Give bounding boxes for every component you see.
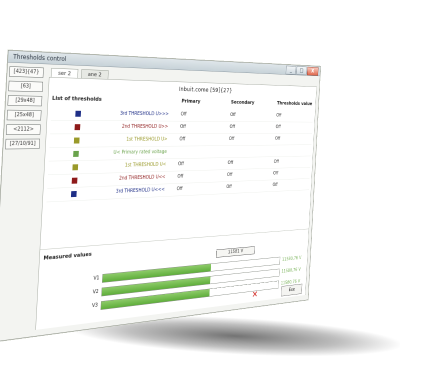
threshold-secondary[interactable]: Off (230, 112, 236, 117)
threshold-color-swatch (71, 177, 78, 184)
threshold-primary[interactable]: Off (180, 124, 186, 129)
threshold-label: U< Primary rated voltage (113, 149, 167, 156)
voltage-label: V3 (91, 302, 98, 309)
threshold-value[interactable]: Off (276, 125, 281, 130)
threshold-color-swatch (70, 190, 77, 198)
measured-values-title: Measured values (43, 250, 92, 262)
threshold-secondary[interactable]: Off (227, 172, 233, 177)
threshold-label: 2nd THRESHOLD U<< (118, 174, 166, 182)
sidebar: [423]{47} [63] [29x48] [25x48] <2112> [2… (5, 66, 46, 153)
maximize-button[interactable]: □ (296, 66, 307, 76)
sidebar-button-6[interactable]: [27/10/91] (5, 138, 40, 150)
threshold-color-swatch (73, 137, 80, 144)
threshold-secondary[interactable]: Off (226, 184, 232, 189)
sidebar-button-1[interactable]: [423]{47} (9, 66, 44, 78)
threshold-label: 1st THRESHOLD U> (126, 136, 168, 143)
threshold-primary[interactable]: Off (178, 161, 184, 166)
threshold-value[interactable]: Off (273, 171, 278, 176)
voltage-value: 11580,76 V (281, 267, 301, 274)
threshold-color-swatch (73, 150, 79, 157)
close-button[interactable]: X (306, 66, 319, 76)
threshold-value[interactable]: Off (276, 113, 281, 118)
threshold-primary[interactable]: Off (179, 137, 185, 142)
sidebar-button-2[interactable]: [63] (8, 80, 44, 93)
threshold-secondary[interactable]: Off (228, 160, 234, 165)
close-x-icon[interactable]: ✕ (251, 289, 259, 300)
voltage-label: V1 (93, 275, 100, 282)
threshold-label: 3rd THRESHOLD U>>> (119, 110, 169, 117)
thresholds-list: 3rd THRESHOLD U>>> Off Off Off 2nd THRESHOLD… (46, 106, 314, 203)
sidebar-button-4[interactable]: [25x48] (6, 109, 42, 121)
voltage-value: 11580,76 V (281, 255, 302, 263)
threshold-primary[interactable]: Off (177, 186, 183, 191)
measured-values-section: Measured values 11581 V V1 11580,76 V V2 11… (35, 228, 309, 330)
threshold-value[interactable]: Off (274, 159, 279, 164)
window-title: Thresholds control (12, 52, 67, 63)
page-title: Inbuit.come [59]{27} (178, 85, 233, 94)
threshold-value[interactable]: Off (275, 136, 280, 141)
minimize-button[interactable]: _ (285, 65, 297, 75)
sidebar-button-3[interactable]: [29x48] (7, 95, 43, 107)
measured-value-box: 11581 V (215, 246, 255, 258)
threshold-value[interactable]: Off (272, 182, 277, 187)
voltage-label: V2 (92, 288, 99, 295)
exe-button[interactable]: Exe (281, 283, 303, 297)
threshold-secondary[interactable]: Off (229, 124, 235, 129)
threshold-label: 2nd THRESHOLD U>> (121, 123, 169, 130)
app-window: Thresholds control _ □ X [423]{47} [63] … (0, 50, 321, 343)
column-secondary: Secondary (230, 99, 255, 106)
threshold-color-swatch (72, 164, 79, 171)
threshold-label: 1st THRESHOLD U< (124, 161, 167, 169)
stage: Thresholds control _ □ X [423]{47} [63] … (0, 0, 446, 372)
threshold-color-swatch (74, 124, 81, 131)
column-primary: Primary (181, 97, 201, 105)
measured-bars: V1 11580,76 V V2 11580,76 V V3 11580,76 V (40, 229, 309, 310)
threshold-primary[interactable]: Off (181, 112, 187, 117)
threshold-color-swatch (75, 110, 82, 117)
threshold-secondary[interactable]: Off (229, 136, 235, 141)
thresholds-section-title: List of thresholds (51, 94, 102, 103)
threshold-primary[interactable]: Off (177, 174, 183, 179)
threshold-label: 3rd THRESHOLD U<<< (115, 186, 165, 195)
threshold-row: 2nd THRESHOLD U>> Off Off Off (50, 120, 313, 135)
sidebar-button-5[interactable]: <2112> (5, 124, 41, 135)
column-threshold-value: Thresholds value (276, 100, 313, 107)
